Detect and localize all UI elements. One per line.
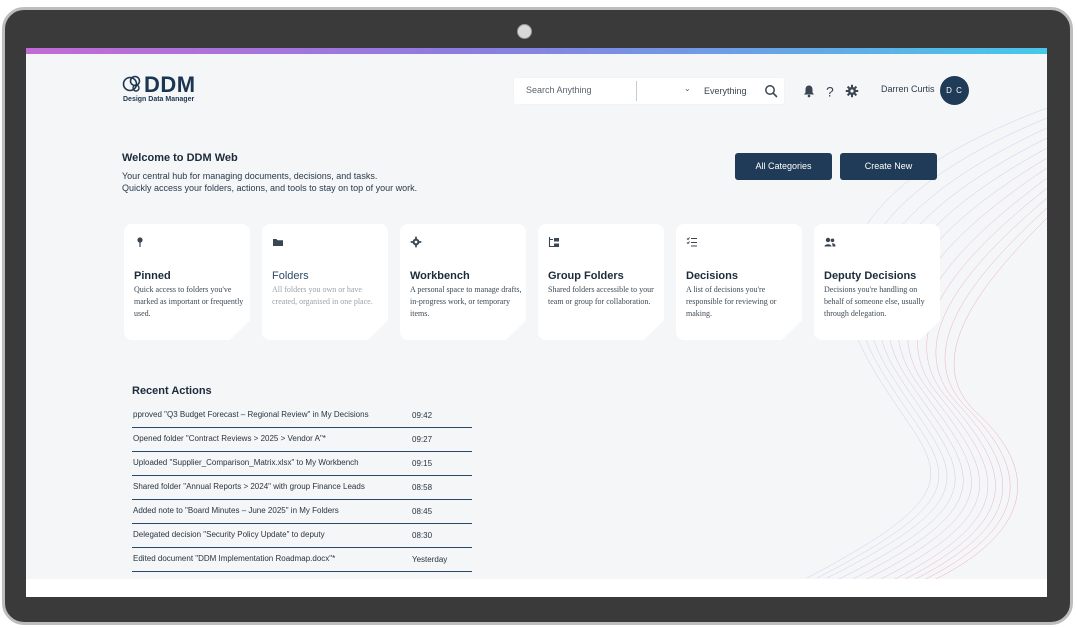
recent-action-row[interactable]: Uploaded "Supplier_Comparison_Matrix.xls… (132, 452, 472, 476)
welcome-text-line-1: Your central hub for managing documents,… (122, 171, 378, 181)
screen-bottom-edge (26, 579, 1047, 597)
help-icon[interactable]: ? (823, 84, 837, 98)
checklist-icon (686, 237, 697, 247)
recent-action-text: Delegated decision "Security Policy Upda… (133, 530, 325, 539)
welcome-text-line-2: Quickly access your folders, actions, an… (122, 183, 418, 193)
card-title: Folders (272, 270, 309, 282)
recent-action-text: Added note to "Board Minutes – June 2025… (133, 506, 339, 515)
card-description: Quick access to folders you've marked as… (134, 285, 244, 318)
recent-action-row[interactable]: Edited document "DDM Implementation Road… (132, 548, 472, 572)
folder-icon (273, 239, 283, 246)
card-folders[interactable]: Folders All folders you own or have crea… (262, 224, 388, 340)
recent-action-text: Edited document "DDM Implementation Road… (133, 554, 336, 563)
search-scope-select[interactable]: Everything (704, 86, 747, 96)
card-title: Decisions (686, 270, 738, 282)
bell-icon[interactable] (802, 84, 816, 98)
group-folders-icon (548, 237, 559, 248)
card-workbench[interactable]: Workbench A personal space to manage dra… (400, 224, 526, 340)
logo-subtitle: Design Data Manager (123, 96, 195, 103)
card-title: Pinned (134, 270, 171, 282)
gear-icon[interactable] (845, 84, 859, 98)
card-description: A personal space to manage drafts, in-pr… (410, 285, 522, 318)
card-group-folders[interactable]: Group Folders Shared folders accessible … (538, 224, 664, 340)
recent-action-time: 09:15 (412, 459, 433, 468)
card-title: Deputy Decisions (824, 270, 917, 282)
recent-action-text: pproved "Q3 Budget Forecast – Regional R… (133, 410, 369, 419)
avatar[interactable]: D C (940, 76, 969, 105)
recent-action-row[interactable]: Delegated decision "Security Policy Upda… (132, 524, 472, 548)
logo-icon (122, 75, 141, 92)
card-title: Group Folders (548, 270, 624, 282)
accent-bar (26, 48, 1047, 54)
gear-icon (410, 236, 422, 248)
recent-action-row[interactable]: pproved "Q3 Budget Forecast – Regional R… (132, 404, 472, 428)
logo-text: DDM (144, 72, 196, 97)
recent-action-time: 09:42 (412, 411, 433, 420)
create-new-button[interactable]: Create New (840, 153, 937, 180)
card-title: Workbench (410, 270, 470, 282)
recent-action-time: 08:58 (412, 483, 433, 492)
recent-action-row[interactable]: Added note to "Board Minutes – June 2025… (132, 500, 472, 524)
app-screen: DDM Design Data Manager ⌄ Everything ? D… (26, 48, 1047, 597)
card-description: A list of decisions you're responsible f… (686, 285, 777, 318)
recent-action-text: Opened folder "Contract Reviews > 2025 >… (133, 434, 326, 443)
recent-action-row[interactable]: Opened folder "Contract Reviews > 2025 >… (132, 428, 472, 452)
page-title: Welcome to DDM Web (122, 152, 238, 164)
card-decisions[interactable]: Decisions A list of decisions you're res… (676, 224, 802, 340)
pin-icon (137, 237, 143, 247)
card-description: All folders you own or have created, org… (272, 285, 373, 306)
recent-actions-title: Recent Actions (132, 385, 212, 397)
recent-action-row[interactable]: Shared folder "Annual Reports > 2024" wi… (132, 476, 472, 500)
recent-action-time: 08:45 (412, 507, 433, 516)
svg-text:?: ? (826, 84, 834, 98)
camera-icon (517, 24, 532, 39)
recent-action-time: 09:27 (412, 435, 433, 444)
all-categories-button[interactable]: All Categories (735, 153, 832, 180)
search-divider (636, 81, 637, 101)
user-name[interactable]: Darren Curtis (881, 84, 935, 94)
card-description: Decisions you're handling on behalf of s… (824, 285, 925, 318)
search-bar: ⌄ Everything (514, 78, 784, 104)
recent-action-text: Shared folder "Annual Reports > 2024" wi… (133, 482, 365, 491)
search-icon[interactable] (764, 84, 778, 98)
recent-action-time: Yesterday (412, 555, 448, 564)
search-input[interactable] (524, 84, 638, 96)
card-description: Shared folders accessible to your team o… (548, 285, 654, 306)
recent-action-time: 08:30 (412, 531, 433, 540)
decorative-waves (806, 108, 1047, 588)
card-deputy-decisions[interactable]: Deputy Decisions Decisions you're handli… (814, 224, 940, 340)
users-icon (824, 237, 836, 247)
card-pinned[interactable]: Pinned Quick access to folders you've ma… (124, 224, 250, 340)
chevron-down-icon[interactable]: ⌄ (684, 84, 691, 93)
recent-action-text: Uploaded "Supplier_Comparison_Matrix.xls… (133, 458, 359, 467)
